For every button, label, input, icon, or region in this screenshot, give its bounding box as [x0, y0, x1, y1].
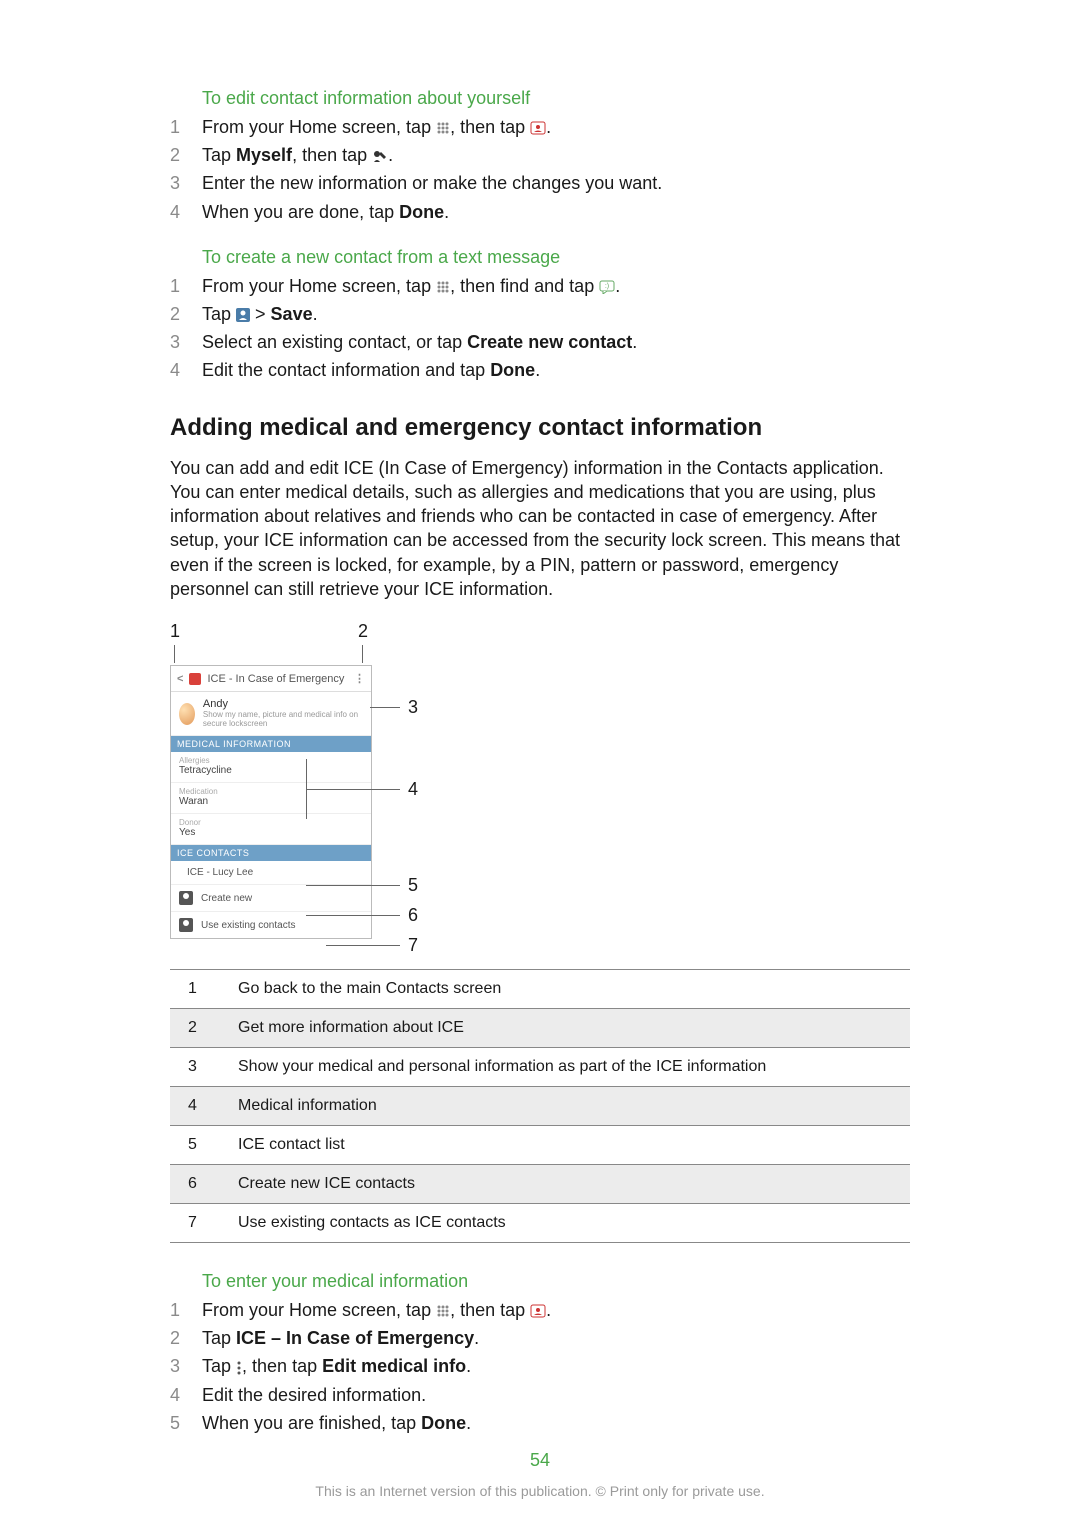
step-number: 3 — [170, 1354, 202, 1379]
allergies-field: Allergies Tetracycline — [171, 752, 371, 783]
para-ice: You can add and edit ICE (In Case of Eme… — [170, 456, 910, 602]
create-new-label: Create new — [201, 893, 252, 904]
callout-2: 2 — [358, 621, 368, 642]
callout-6: 6 — [408, 905, 418, 926]
step-text: When you are done, tap Done. — [202, 200, 910, 225]
ice-screenshot: 1 2 < ICE - In Case of Emergency ⋮ Andy … — [170, 621, 530, 939]
apps-icon — [436, 280, 450, 294]
create-new-row: Create new — [171, 885, 371, 912]
phone-title: ICE - In Case of Emergency — [207, 673, 348, 685]
step-number: 4 — [170, 200, 202, 225]
messaging-icon: :) — [599, 280, 615, 294]
edit-icon — [372, 149, 388, 163]
legend-num: 3 — [170, 1048, 228, 1087]
steps-enter-medical: 1 From your Home screen, tap , then tap … — [170, 1298, 910, 1436]
medication-field: Medication Waran — [171, 783, 371, 814]
callout-3: 3 — [408, 697, 418, 718]
step-text: Tap > Save. — [202, 302, 910, 327]
step-text: Tap ICE – In Case of Emergency. — [202, 1326, 910, 1351]
steps-new-from-text: 1 From your Home screen, tap , then find… — [170, 274, 910, 384]
legend-num: 4 — [170, 1087, 228, 1126]
step-text: Tap Myself, then tap . — [202, 143, 910, 168]
medical-label: MEDICAL INFORMATION — [171, 736, 371, 752]
existing-contact-icon — [179, 918, 193, 932]
footer-text: This is an Internet version of this publ… — [0, 1483, 1080, 1499]
step-number: 2 — [170, 143, 202, 168]
step-number: 1 — [170, 115, 202, 140]
phone-frame: < ICE - In Case of Emergency ⋮ Andy Show… — [170, 665, 372, 939]
legend-text: Go back to the main Contacts screen — [228, 970, 910, 1009]
avatar-icon — [179, 703, 195, 725]
more-icon — [236, 1361, 242, 1375]
apps-icon — [436, 121, 450, 135]
callout-7: 7 — [408, 935, 418, 956]
use-existing-label: Use existing contacts — [201, 920, 296, 931]
apps-icon — [436, 1304, 450, 1318]
ice-contacts-label: ICE CONTACTS — [171, 845, 371, 861]
contacts-icon — [530, 121, 546, 135]
step-text: When you are finished, tap Done. — [202, 1411, 910, 1436]
legend-text: Show your medical and personal informati… — [228, 1048, 910, 1087]
field-label: Donor — [179, 818, 363, 827]
step-number: 3 — [170, 330, 202, 355]
step-text: From your Home screen, tap , then tap . — [202, 1298, 910, 1323]
legend-num: 2 — [170, 1009, 228, 1048]
back-icon: < — [177, 673, 183, 685]
step-text: Tap , then tap Edit medical info. — [202, 1354, 910, 1379]
legend-num: 7 — [170, 1204, 228, 1243]
legend-num: 6 — [170, 1165, 228, 1204]
legend-text: Use existing contacts as ICE contacts — [228, 1204, 910, 1243]
add-contact-icon — [179, 891, 193, 905]
step-text: Select an existing contact, or tap Creat… — [202, 330, 910, 355]
field-value: Yes — [179, 827, 363, 838]
donor-field: Donor Yes — [171, 814, 371, 845]
callout-4: 4 — [408, 779, 418, 800]
legend-text: Medical information — [228, 1087, 910, 1126]
ice-contact-name: ICE - Lucy Lee — [187, 867, 253, 878]
step-text: Enter the new information or make the ch… — [202, 171, 910, 196]
step-text: Edit the desired information. — [202, 1383, 910, 1408]
legend-text: ICE contact list — [228, 1126, 910, 1165]
steps-edit-yourself: 1 From your Home screen, tap , then tap … — [170, 115, 910, 225]
phone-header: < ICE - In Case of Emergency ⋮ — [171, 666, 371, 692]
field-value: Tetracycline — [179, 765, 363, 776]
step-text: From your Home screen, tap , then find a… — [202, 274, 910, 299]
step-number: 5 — [170, 1411, 202, 1436]
legend-text: Get more information about ICE — [228, 1009, 910, 1048]
step-number: 2 — [170, 302, 202, 327]
field-label: Allergies — [179, 756, 363, 765]
phone-profile-row: Andy Show my name, picture and medical i… — [171, 692, 371, 736]
step-number: 4 — [170, 358, 202, 383]
callout-1: 1 — [170, 621, 180, 642]
more-icon: ⋮ — [354, 672, 365, 685]
page-number: 54 — [0, 1450, 1080, 1471]
contacts-icon — [530, 1304, 546, 1318]
step-number: 1 — [170, 274, 202, 299]
svg-text::): :) — [605, 283, 609, 290]
legend-table: 1Go back to the main Contacts screen 2Ge… — [170, 969, 910, 1243]
field-value: Waran — [179, 796, 363, 807]
step-number: 1 — [170, 1298, 202, 1323]
legend-num: 5 — [170, 1126, 228, 1165]
heading-ice: Adding medical and emergency contact inf… — [170, 414, 910, 442]
step-number: 4 — [170, 1383, 202, 1408]
callout-5: 5 — [408, 875, 418, 896]
step-text: From your Home screen, tap , then tap . — [202, 115, 910, 140]
legend-text: Create new ICE contacts — [228, 1165, 910, 1204]
step-number: 2 — [170, 1326, 202, 1351]
heading-new-from-text: To create a new contact from a text mess… — [170, 247, 910, 268]
step-number: 3 — [170, 171, 202, 196]
legend-num: 1 — [170, 970, 228, 1009]
step-text: Edit the contact information and tap Don… — [202, 358, 910, 383]
profile-sub: Show my name, picture and medical info o… — [203, 711, 363, 729]
ice-contact-row: ICE - Lucy Lee — [171, 861, 371, 885]
contact-icon — [236, 308, 250, 322]
heading-enter-medical: To enter your medical information — [170, 1271, 910, 1292]
heading-edit-yourself: To edit contact information about yourse… — [170, 88, 910, 109]
contacts-app-icon — [189, 673, 201, 685]
